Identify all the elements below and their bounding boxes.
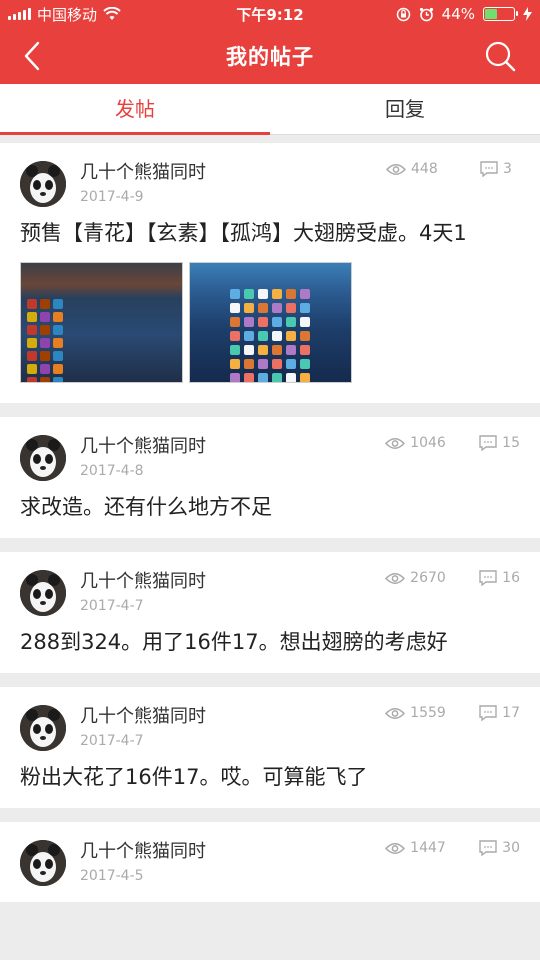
- post-image[interactable]: [20, 262, 183, 383]
- comment-count: 17: [502, 705, 520, 721]
- comment-icon: [479, 840, 497, 856]
- comment-count: 3: [503, 161, 512, 177]
- eye-icon: [385, 572, 406, 584]
- charging-icon: [523, 7, 532, 21]
- comment-icon: [479, 570, 497, 586]
- avatar[interactable]: [20, 840, 66, 886]
- post-item[interactable]: 几十个熊猫同时 2017-4-7 1559 17 粉出大花了16件17。哎。可算…: [0, 687, 540, 808]
- avatar[interactable]: [20, 705, 66, 751]
- comment-count: 15: [502, 435, 520, 451]
- signal-icon: [8, 8, 31, 20]
- post-title[interactable]: 粉出大花了16件17。哎。可算能飞了: [20, 761, 520, 794]
- wifi-icon: [103, 7, 121, 20]
- post-title[interactable]: 288到324。用了16件17。想出翅膀的考虑好: [20, 626, 520, 659]
- avatar[interactable]: [20, 161, 66, 207]
- page-title: 我的帖子: [226, 45, 314, 69]
- battery-icon: [483, 7, 518, 21]
- post-list: 几十个熊猫同时 2017-4-9 448 3 预售【青花】【玄素】【孤鸿】大翅膀…: [0, 143, 540, 916]
- post-stats: 2670 16: [385, 570, 520, 586]
- clock: 下午9:12: [236, 5, 304, 24]
- post-date: 2017-4-9: [80, 189, 144, 205]
- search-icon: [485, 41, 516, 72]
- comment-icon: [479, 705, 497, 721]
- post-title[interactable]: 预售【青花】【玄素】【孤鸿】大翅膀受虚。4天1: [20, 217, 520, 250]
- post-item[interactable]: 几十个熊猫同时 2017-4-7 2670 16 288到324。用了16件17…: [0, 552, 540, 673]
- back-button[interactable]: [14, 38, 50, 74]
- tab-bar: 发帖 回复: [0, 84, 540, 135]
- eye-icon: [385, 437, 406, 449]
- post-date: 2017-4-7: [80, 733, 144, 749]
- tab-posts[interactable]: 发帖: [0, 84, 270, 135]
- post-date: 2017-4-5: [80, 868, 144, 884]
- status-bar: 中国移动 下午9:12 44%: [0, 0, 540, 28]
- tab-replies[interactable]: 回复: [270, 84, 540, 134]
- eye-icon: [386, 163, 406, 175]
- avatar[interactable]: [20, 435, 66, 481]
- eye-icon: [385, 842, 406, 854]
- post-stats: 1447 30: [385, 840, 520, 856]
- comment-icon: [479, 435, 497, 451]
- post-title[interactable]: 求改造。还有什么地方不足: [20, 491, 520, 524]
- view-count: 1559: [410, 705, 446, 721]
- post-date: 2017-4-7: [80, 598, 144, 614]
- search-button[interactable]: [482, 38, 518, 74]
- chevron-left-icon: [24, 41, 40, 71]
- view-count: 2670: [410, 570, 446, 586]
- post-date: 2017-4-8: [80, 463, 144, 479]
- comment-count: 16: [502, 570, 520, 586]
- view-count: 1046: [410, 435, 446, 451]
- comment-icon: [480, 161, 498, 177]
- post-item[interactable]: 几十个熊猫同时 2017-4-5 1447 30: [0, 822, 540, 902]
- post-stats: 1046 15: [385, 435, 520, 451]
- nav-bar: 我的帖子: [0, 28, 540, 84]
- eye-icon: [385, 707, 406, 719]
- post-image[interactable]: [189, 262, 352, 383]
- post-stats: 1559 17: [385, 705, 520, 721]
- view-count: 448: [411, 161, 438, 177]
- battery-percent: 44%: [441, 5, 475, 23]
- comment-count: 30: [502, 840, 520, 856]
- post-item[interactable]: 几十个熊猫同时 2017-4-9 448 3 预售【青花】【玄素】【孤鸿】大翅膀…: [0, 143, 540, 403]
- alarm-icon: [419, 7, 433, 21]
- post-item[interactable]: 几十个熊猫同时 2017-4-8 1046 15 求改造。还有什么地方不足: [0, 417, 540, 538]
- avatar[interactable]: [20, 570, 66, 616]
- view-count: 1447: [410, 840, 446, 856]
- carrier-label: 中国移动: [37, 5, 98, 24]
- orientation-lock-icon: [396, 7, 410, 21]
- post-stats: 448 3: [386, 161, 520, 177]
